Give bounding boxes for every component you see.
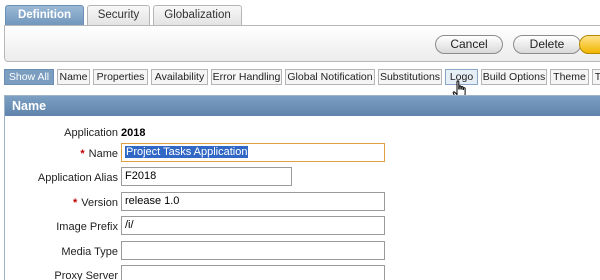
apply-changes-button[interactable] bbox=[579, 35, 600, 54]
subtab-error-handling[interactable]: Error Handling bbox=[211, 69, 282, 85]
version-input[interactable]: release 1.0 bbox=[121, 192, 385, 211]
name-region: Name Application 2018 * Name Project Task… bbox=[4, 95, 600, 280]
subtab-global-notification[interactable]: Global Notification bbox=[285, 69, 375, 85]
version-label: * Version bbox=[73, 197, 118, 209]
image-prefix-input[interactable]: /i/ bbox=[121, 216, 385, 235]
subtab-name[interactable]: Name bbox=[57, 69, 90, 85]
subtab-properties[interactable]: Properties bbox=[93, 69, 148, 85]
application-id: 2018 bbox=[121, 127, 146, 139]
section-tab-bar: Show All Name Properties Availability Er… bbox=[0, 69, 600, 86]
delete-button[interactable]: Delete bbox=[513, 35, 581, 54]
cancel-button[interactable]: Cancel bbox=[435, 35, 503, 54]
region-title: Name bbox=[5, 96, 600, 116]
subtab-availability[interactable]: Availability bbox=[151, 69, 208, 85]
subtab-substitutions[interactable]: Substitutions bbox=[378, 69, 442, 85]
tab-definition[interactable]: Definition bbox=[5, 5, 84, 26]
subtab-show-all[interactable]: Show All bbox=[4, 69, 54, 85]
alias-input[interactable]: F2018 bbox=[121, 167, 292, 186]
subtab-theme[interactable]: Theme bbox=[550, 69, 589, 85]
image-prefix-label: Image Prefix bbox=[56, 221, 118, 233]
alias-label: Application Alias bbox=[37, 172, 118, 184]
application-label: Application bbox=[64, 127, 118, 139]
required-marker: * bbox=[73, 197, 78, 209]
top-tab-bar: Definition Security Globalization bbox=[0, 0, 600, 26]
proxy-server-input[interactable] bbox=[121, 265, 385, 280]
subtab-overflow[interactable]: T bbox=[592, 69, 600, 85]
media-type-label: Media Type bbox=[61, 246, 118, 258]
name-label: * Name bbox=[80, 148, 118, 160]
required-marker: * bbox=[80, 148, 85, 160]
media-type-input[interactable] bbox=[121, 241, 385, 260]
proxy-server-label: Proxy Server bbox=[54, 270, 118, 280]
name-input[interactable]: Project Tasks Application bbox=[121, 143, 385, 162]
tab-security[interactable]: Security bbox=[87, 5, 150, 26]
subtab-build-options[interactable]: Build Options bbox=[481, 69, 547, 85]
tab-globalization[interactable]: Globalization bbox=[153, 5, 242, 26]
button-bar: Cancel Delete bbox=[4, 25, 600, 62]
